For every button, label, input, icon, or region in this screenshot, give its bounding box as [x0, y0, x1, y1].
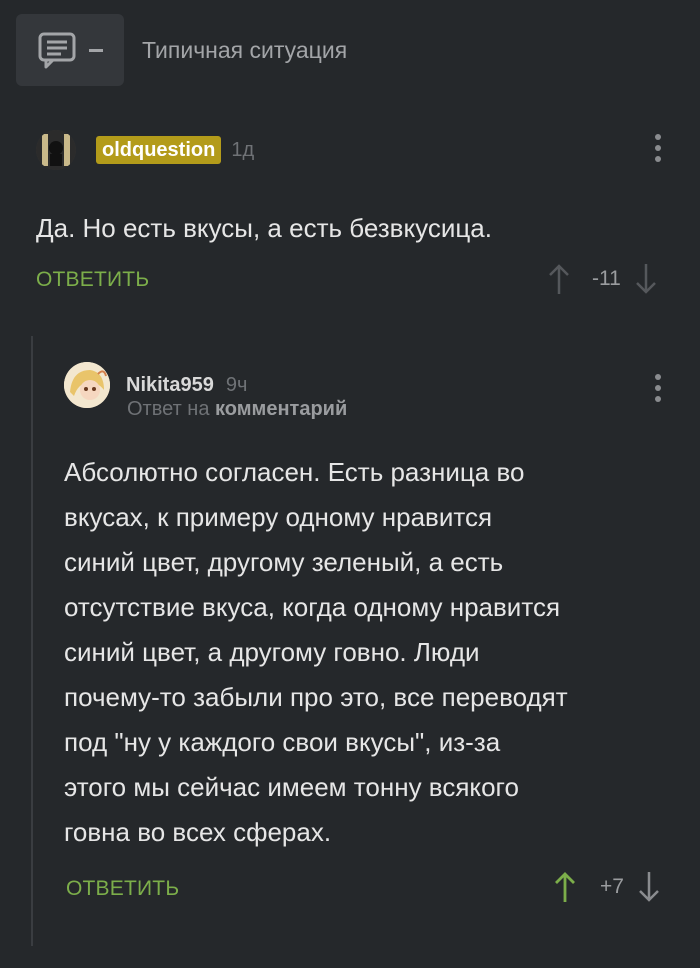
post-header: Типичная ситуация	[16, 14, 700, 86]
comment-body: Да. Но есть вкусы, а есть безвкусица.	[36, 213, 492, 243]
reply-to-prefix: Ответ на	[127, 398, 210, 420]
reply-to-link[interactable]: комментарий	[215, 398, 347, 420]
text-line: Абсолютно согласен. Есть разница во	[64, 457, 525, 487]
text-line: синий цвет, другому зеленый, а есть	[64, 547, 504, 577]
minus-icon	[89, 48, 103, 52]
text-line: говна во всех сферах.	[64, 817, 332, 847]
text-line: отсутствие вкуса, когда одному нравится	[64, 592, 561, 622]
username[interactable]: oldquestion	[96, 136, 222, 164]
reply-button[interactable]: ОТВЕТИТЬ	[66, 877, 179, 901]
downvote-icon[interactable]	[638, 870, 660, 904]
text-line: почему-то забыли про это, все переводят	[64, 682, 568, 712]
avatar[interactable]	[36, 130, 76, 170]
score: +7	[600, 875, 624, 898]
more-options-icon[interactable]	[655, 134, 661, 162]
avatar[interactable]	[64, 362, 110, 408]
text-line: вкусах, к примеру одному нравится	[64, 502, 493, 532]
comment-1-header: oldquestion 1д	[36, 130, 254, 170]
avatar-image	[64, 362, 110, 408]
avatar-image	[36, 130, 76, 170]
score: -11	[592, 267, 621, 290]
post-title[interactable]: Типичная ситуация	[142, 37, 347, 64]
reply-button[interactable]: ОТВЕТИТЬ	[36, 268, 149, 292]
reply-to-label: Ответ на комментарий	[127, 398, 347, 421]
upvote-icon[interactable]	[548, 262, 570, 296]
comment-time: 9ч	[225, 373, 248, 396]
username[interactable]: Nikita959	[126, 374, 214, 397]
text-line: под "ну у каждого свои вкусы", из-за	[64, 727, 501, 757]
thread-line[interactable]	[31, 336, 33, 946]
downvote-icon[interactable]	[635, 262, 657, 296]
comment-body: Абсолютно согласен. Есть разница во вкус…	[64, 450, 568, 855]
text-post-icon	[38, 32, 76, 69]
text-line: этого мы сейчас имеем тонну всякого	[64, 772, 519, 802]
upvote-icon[interactable]	[554, 870, 576, 904]
comment-time: 1д	[231, 138, 255, 161]
vote-control: +7	[554, 870, 660, 904]
vote-control: -11	[548, 262, 657, 296]
more-options-icon[interactable]	[655, 374, 661, 402]
post-type-badge[interactable]	[16, 14, 124, 86]
text-line: синий цвет, а другому говно. Люди	[64, 637, 480, 667]
